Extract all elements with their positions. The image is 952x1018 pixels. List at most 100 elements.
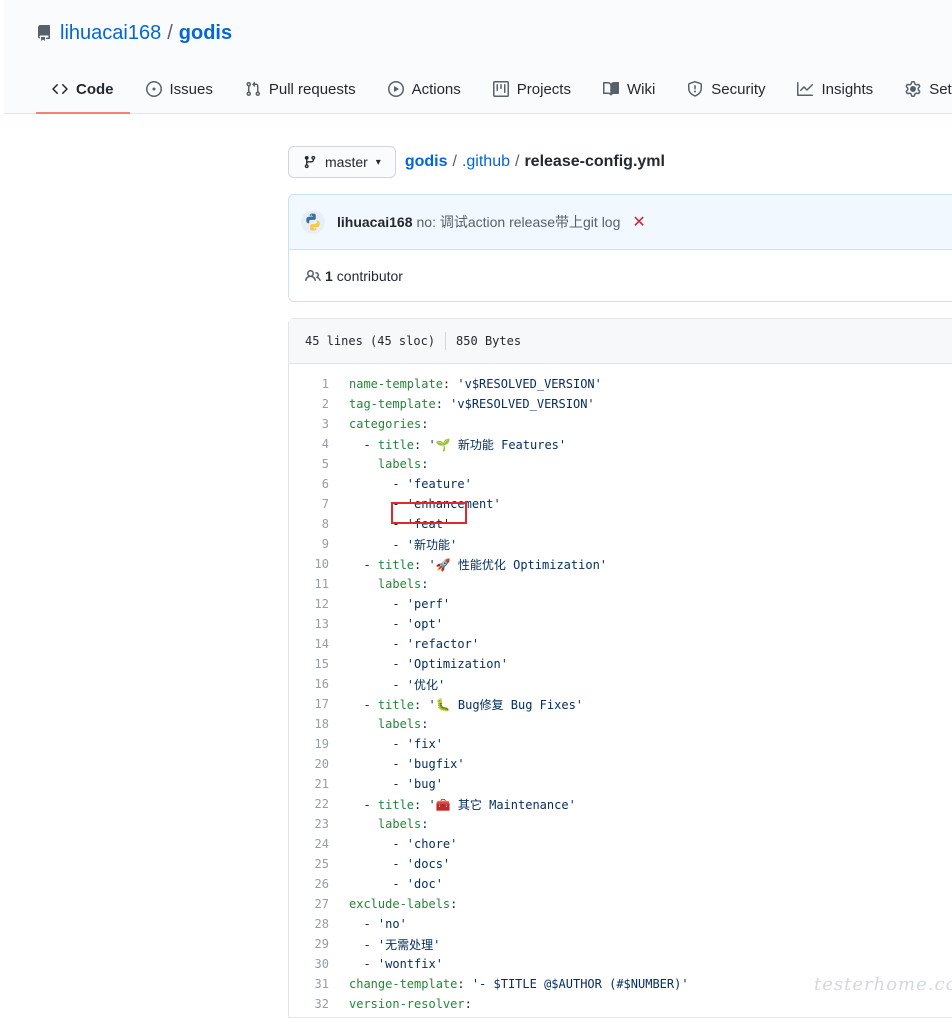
line-number[interactable]: 7 <box>289 497 329 511</box>
line-number[interactable]: 3 <box>289 417 329 431</box>
repo-owner-link[interactable]: lihuacai168 <box>60 22 161 45</box>
tab-insights[interactable]: Insights <box>781 70 889 108</box>
yaml-colon: : <box>450 897 458 911</box>
line-number[interactable]: 11 <box>289 577 329 591</box>
line-number[interactable]: 9 <box>289 537 329 551</box>
line-number[interactable]: 30 <box>289 957 329 971</box>
line-number[interactable]: 1 <box>289 377 329 391</box>
line-indent: - <box>349 757 407 771</box>
tab-pull-requests[interactable]: Pull requests <box>229 70 372 108</box>
line-number[interactable]: 20 <box>289 757 329 771</box>
yaml-string: 'enhancement' <box>406 497 501 511</box>
tab-code[interactable]: Code <box>36 70 130 114</box>
line-number[interactable]: 2 <box>289 397 329 411</box>
line-number[interactable]: 29 <box>289 937 329 951</box>
tab-wiki[interactable]: Wiki <box>587 70 671 108</box>
shield-icon <box>688 81 703 97</box>
yaml-string: 'feat' <box>406 517 451 531</box>
code-line: 6 - 'feature' <box>289 474 952 494</box>
line-source: - 'enhancement' <box>329 497 501 511</box>
line-number[interactable]: 27 <box>289 897 329 911</box>
git-pull-request-icon <box>246 81 260 97</box>
line-number[interactable]: 28 <box>289 917 329 931</box>
yaml-colon: : <box>414 797 429 812</box>
author-avatar[interactable] <box>301 210 325 234</box>
line-number[interactable]: 24 <box>289 837 329 851</box>
code-line: 23 labels: <box>289 814 952 834</box>
tab-label: Projects <box>516 80 571 98</box>
yaml-string: 'doc' <box>406 877 443 891</box>
issue-opened-icon <box>145 81 162 97</box>
line-number[interactable]: 5 <box>289 457 329 471</box>
line-number[interactable]: 21 <box>289 777 329 791</box>
breadcrumb-dir-link[interactable]: .github <box>462 153 510 171</box>
yaml-key: exclude-labels <box>349 897 451 911</box>
line-source: change-template: '- $TITLE @$AUTHOR (#$N… <box>329 977 689 991</box>
contributors-row[interactable]: 1 contributor <box>289 250 952 301</box>
code-line: 27 exclude-labels: <box>289 894 952 914</box>
line-number[interactable]: 8 <box>289 517 329 531</box>
line-number[interactable]: 18 <box>289 717 329 731</box>
yaml-string: '无需处理' <box>377 937 441 952</box>
line-number[interactable]: 22 <box>289 797 329 811</box>
yaml-string: '🚀 性能优化 Optimization' <box>428 557 608 572</box>
line-source: - 'feat' <box>329 517 450 531</box>
yaml-string: 'chore' <box>406 837 458 851</box>
code-line: 24 - 'chore' <box>289 834 952 854</box>
line-number[interactable]: 4 <box>289 437 329 451</box>
line-number[interactable]: 31 <box>289 977 329 991</box>
line-source: - title: '🌱 新功能 Features' <box>329 436 566 453</box>
tab-projects[interactable]: Projects <box>477 70 587 108</box>
code-line: 15 - 'Optimization' <box>289 654 952 674</box>
line-number[interactable]: 25 <box>289 857 329 871</box>
yaml-colon: : <box>435 397 451 411</box>
tab-security[interactable]: Security <box>671 70 781 108</box>
line-source: labels: <box>329 577 429 591</box>
line-source: - 'no' <box>329 917 406 931</box>
yaml-key: change-template <box>349 977 458 991</box>
line-number[interactable]: 12 <box>289 597 329 611</box>
file-size: 850 Bytes <box>456 334 522 348</box>
commit-author-link[interactable]: lihuacai168 <box>337 214 413 230</box>
code-line: 5 labels: <box>289 454 952 474</box>
line-number[interactable]: 19 <box>289 737 329 751</box>
line-number[interactable]: 32 <box>289 997 329 1011</box>
line-source: - 'fix' <box>329 737 443 751</box>
yaml-string: 'wontfix' <box>377 957 443 971</box>
code-line: 9 - '新功能' <box>289 534 952 554</box>
line-number[interactable]: 26 <box>289 877 329 891</box>
line-number[interactable]: 16 <box>289 677 329 691</box>
line-source: - 'perf' <box>329 597 450 611</box>
yaml-colon: : <box>421 417 429 431</box>
line-number[interactable]: 6 <box>289 477 329 491</box>
line-number[interactable]: 10 <box>289 557 329 571</box>
file-info-bar: 45 lines (45 sloc) 850 Bytes <box>289 319 952 364</box>
git-branch-icon <box>304 155 316 169</box>
line-number[interactable]: 15 <box>289 657 329 671</box>
commit-message-link[interactable]: no: 调试action release带上git log <box>417 212 621 232</box>
line-number[interactable]: 14 <box>289 637 329 651</box>
tab-label: Issues <box>169 80 213 98</box>
line-indent: - <box>349 637 407 651</box>
line-indent: - <box>349 477 407 491</box>
line-indent: - <box>349 537 407 552</box>
yaml-key: title <box>377 437 415 452</box>
line-indent: - <box>349 557 378 572</box>
yaml-string: 'feature' <box>406 477 472 491</box>
tab-settings[interactable]: Settings <box>889 70 952 108</box>
line-number[interactable]: 17 <box>289 697 329 711</box>
repo-name-link[interactable]: godis <box>179 22 232 45</box>
x-icon[interactable]: ✕ <box>632 212 645 232</box>
code-line: 28 - 'no' <box>289 914 952 934</box>
code-line: 26 - 'doc' <box>289 874 952 894</box>
tab-issues[interactable]: Issues <box>130 70 229 108</box>
code-line: 32 version-resolver: <box>289 994 952 1014</box>
line-number[interactable]: 23 <box>289 817 329 831</box>
branch-selector-button[interactable]: master ▾ <box>288 146 396 178</box>
line-source: - 'Optimization' <box>329 657 508 671</box>
line-indent: - <box>349 837 407 851</box>
breadcrumb-repo-link[interactable]: godis <box>405 153 448 171</box>
line-number[interactable]: 13 <box>289 617 329 631</box>
tab-actions[interactable]: Actions <box>372 70 477 108</box>
